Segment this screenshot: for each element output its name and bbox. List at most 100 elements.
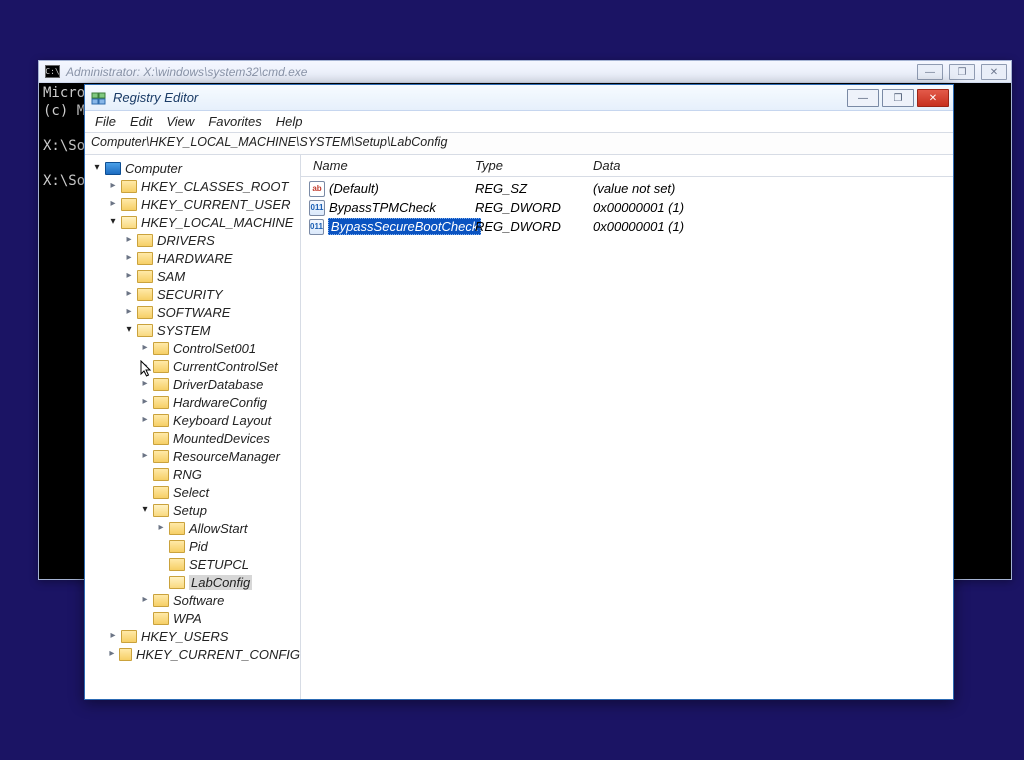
folder-icon [121,630,137,643]
regedit-minimize-button[interactable]: — [847,89,879,107]
tree-node-rng[interactable]: RNG [85,465,300,483]
tree-node-keyboardlayout[interactable]: Keyboard Layout [85,411,300,429]
folder-icon [153,342,169,355]
expand-icon[interactable] [107,216,119,227]
folder-icon [153,504,169,517]
tree-node-software[interactable]: SOFTWARE [85,303,300,321]
folder-icon [137,252,153,265]
expand-icon[interactable] [139,450,151,461]
dword-icon: 011 [309,200,325,216]
regedit-title: Registry Editor [113,90,198,105]
expand-icon[interactable] [139,396,151,407]
expand-icon[interactable] [123,252,135,263]
folder-icon [153,360,169,373]
folder-icon [169,522,185,535]
regedit-window: Registry Editor — ❐ ✕ File Edit View Fav… [84,84,954,700]
folder-icon [153,468,169,481]
expand-icon[interactable] [139,594,151,605]
expand-icon[interactable] [107,630,119,641]
value-row[interactable]: 011BypassSecureBootCheck REG_DWORD 0x000… [305,217,953,236]
tree-node-hardwareconfig[interactable]: HardwareConfig [85,393,300,411]
folder-icon [153,414,169,427]
cmd-titlebar[interactable]: C:\ Administrator: X:\windows\system32\c… [39,61,1011,83]
folder-icon [153,396,169,409]
tree-node-setupcl[interactable]: SETUPCL [85,555,300,573]
computer-icon [105,162,121,175]
tree-node-allowstart[interactable]: AllowStart [85,519,300,537]
address-bar[interactable]: Computer\HKEY_LOCAL_MACHINE\SYSTEM\Setup… [85,133,953,155]
tree-node-system[interactable]: SYSTEM [85,321,300,339]
cmd-close-button[interactable]: ✕ [981,64,1007,80]
tree-node-labconfig[interactable]: LabConfig [85,573,300,591]
column-type[interactable]: Type [475,158,593,173]
expand-icon[interactable] [123,234,135,245]
tree-node-computer[interactable]: Computer [85,159,300,177]
menu-file[interactable]: File [95,114,116,129]
expand-icon[interactable] [107,648,117,659]
folder-icon [137,234,153,247]
folder-icon [119,648,132,661]
tree-node-pid[interactable]: Pid [85,537,300,555]
expand-icon[interactable] [91,162,103,173]
menu-view[interactable]: View [166,114,194,129]
folder-icon [153,486,169,499]
tree-node-select[interactable]: Select [85,483,300,501]
column-name[interactable]: Name [305,158,475,173]
regedit-close-button[interactable]: ✕ [917,89,949,107]
expand-icon[interactable] [123,324,135,335]
expand-icon[interactable] [123,270,135,281]
folder-icon [137,324,153,337]
tree-node-controlset001[interactable]: ControlSet001 [85,339,300,357]
string-icon: ab [309,181,325,197]
menu-bar: File Edit View Favorites Help [85,111,953,133]
dword-icon: 011 [309,219,324,235]
cmd-minimize-button[interactable]: — [917,64,943,80]
tree-node-resourcemanager[interactable]: ResourceManager [85,447,300,465]
expand-icon[interactable] [139,360,151,371]
menu-favorites[interactable]: Favorites [208,114,261,129]
expand-icon[interactable] [123,306,135,317]
tree-node-wpa[interactable]: WPA [85,609,300,627]
cmd-maximize-button[interactable]: ❐ [949,64,975,80]
tree-node-hku[interactable]: HKEY_USERS [85,627,300,645]
column-data[interactable]: Data [593,158,953,173]
value-row[interactable]: ab(Default) REG_SZ (value not set) [305,179,953,198]
address-text: Computer\HKEY_LOCAL_MACHINE\SYSTEM\Setup… [91,135,447,149]
tree-node-software2[interactable]: Software [85,591,300,609]
folder-icon [137,288,153,301]
registry-tree[interactable]: Computer HKEY_CLASSES_ROOT HKEY_CURRENT_… [85,155,301,699]
tree-node-driverdatabase[interactable]: DriverDatabase [85,375,300,393]
tree-node-setup[interactable]: Setup [85,501,300,519]
tree-node-hardware[interactable]: HARDWARE [85,249,300,267]
expand-icon[interactable] [139,414,151,425]
tree-node-drivers[interactable]: DRIVERS [85,231,300,249]
tree-node-mounteddevices[interactable]: MountedDevices [85,429,300,447]
regedit-titlebar[interactable]: Registry Editor — ❐ ✕ [85,85,953,111]
value-row[interactable]: 011BypassTPMCheck REG_DWORD 0x00000001 (… [305,198,953,217]
tree-node-hklm[interactable]: HKEY_LOCAL_MACHINE [85,213,300,231]
folder-icon [153,378,169,391]
expand-icon[interactable] [139,504,151,515]
folder-icon [169,558,185,571]
values-pane: Name Type Data ab(Default) REG_SZ (value… [301,155,953,699]
tree-node-currentcontrolset[interactable]: CurrentControlSet [85,357,300,375]
tree-node-hkcu[interactable]: HKEY_CURRENT_USER [85,195,300,213]
expand-icon[interactable] [139,342,151,353]
regedit-restore-button[interactable]: ❐ [882,89,914,107]
menu-help[interactable]: Help [276,114,303,129]
folder-icon [121,216,137,229]
tree-node-hkcr[interactable]: HKEY_CLASSES_ROOT [85,177,300,195]
menu-edit[interactable]: Edit [130,114,152,129]
values-column-header[interactable]: Name Type Data [301,155,953,177]
expand-icon[interactable] [123,288,135,299]
folder-icon [121,180,137,193]
expand-icon[interactable] [139,378,151,389]
folder-icon [153,612,169,625]
tree-node-sam[interactable]: SAM [85,267,300,285]
tree-node-hkcc[interactable]: HKEY_CURRENT_CONFIG [85,645,300,663]
expand-icon[interactable] [155,522,167,533]
expand-icon[interactable] [107,180,119,191]
values-list[interactable]: ab(Default) REG_SZ (value not set) 011By… [301,177,953,236]
tree-node-security[interactable]: SECURITY [85,285,300,303]
expand-icon[interactable] [107,198,119,209]
